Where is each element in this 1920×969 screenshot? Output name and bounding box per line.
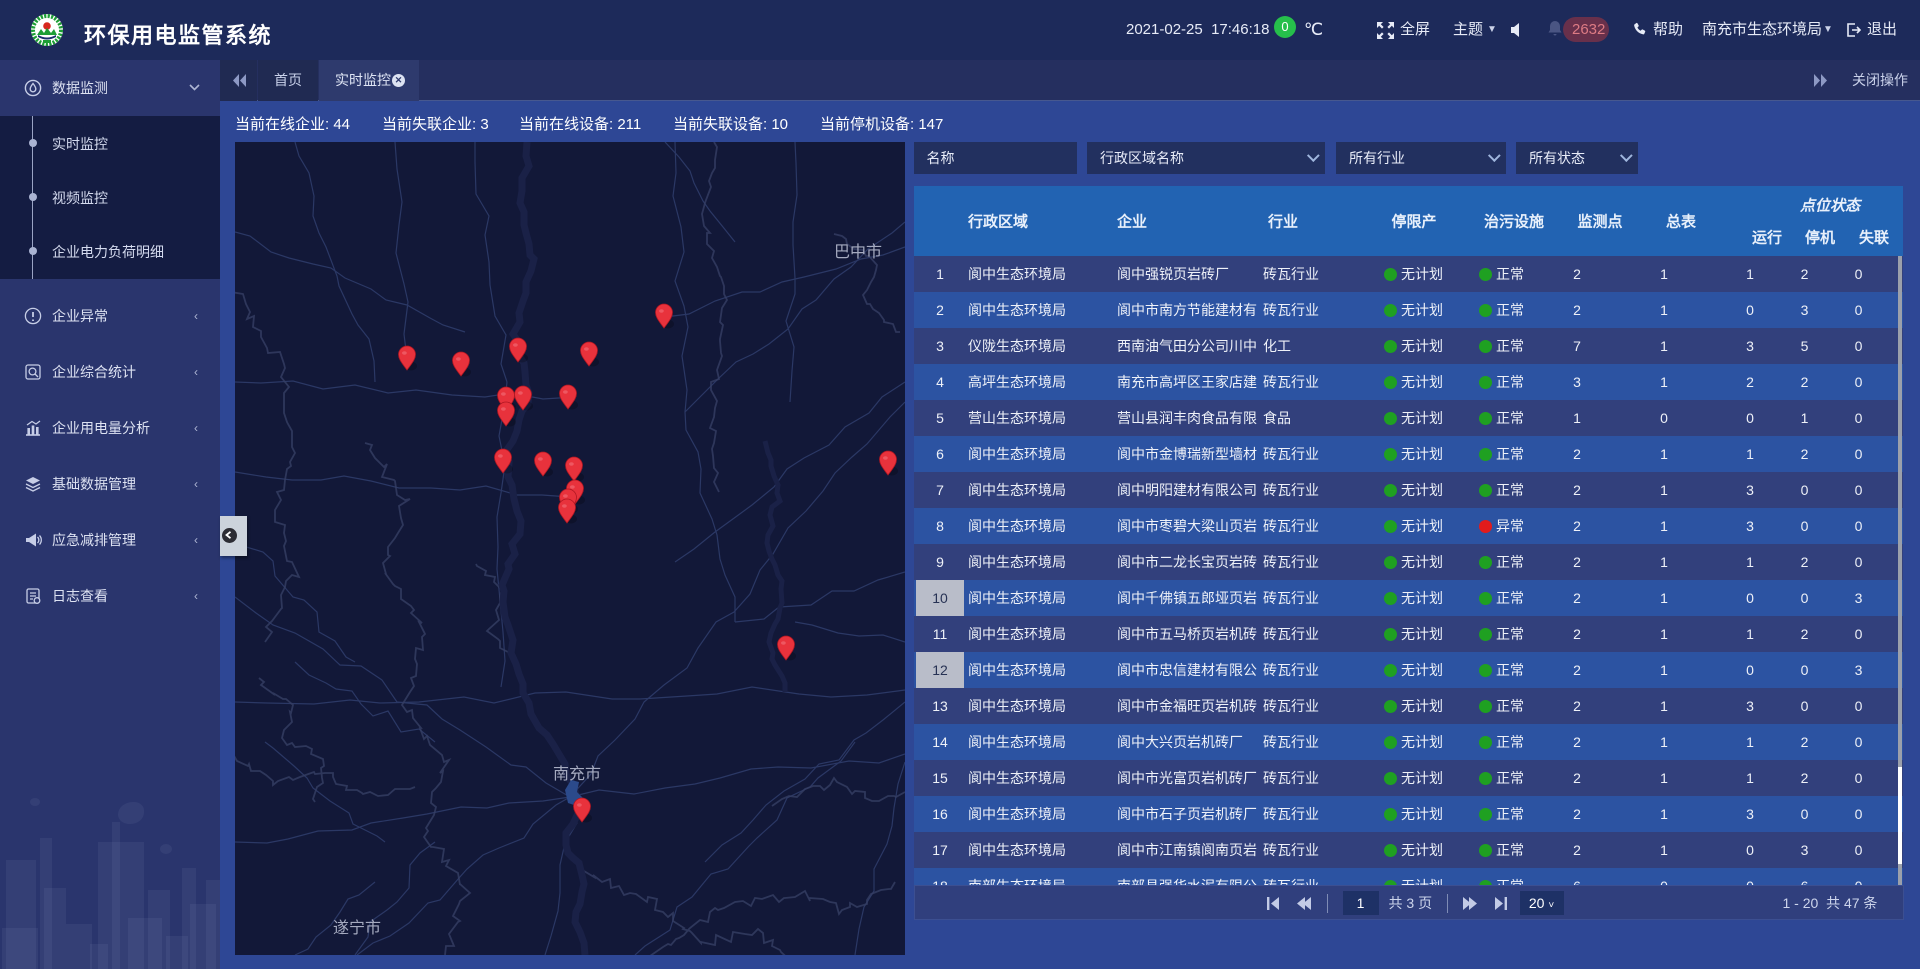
svg-text:南充市: 南充市 (553, 765, 601, 783)
svg-text:遂宁市: 遂宁市 (333, 919, 381, 937)
svg-text:巴中市: 巴中市 (834, 243, 882, 261)
